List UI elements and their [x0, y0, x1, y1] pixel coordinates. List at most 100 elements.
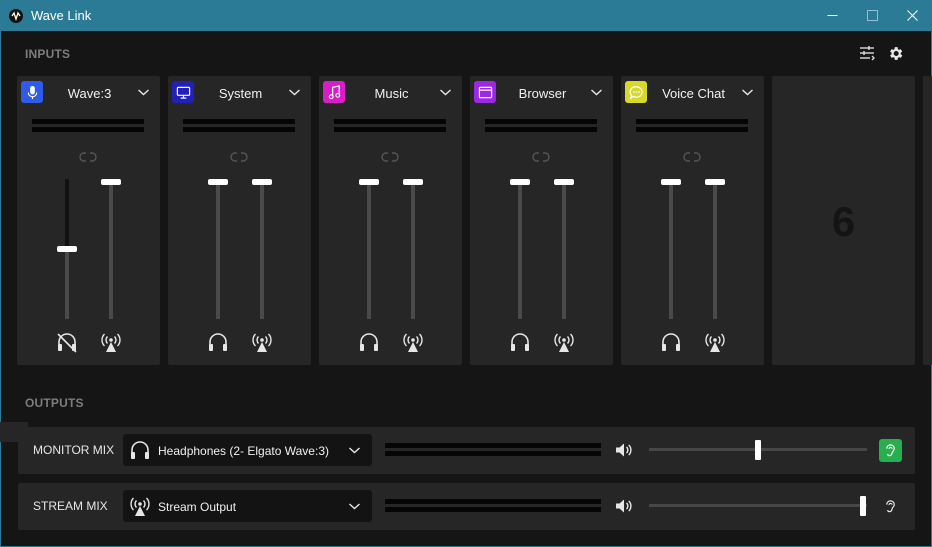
stream-fader[interactable] — [703, 179, 727, 319]
wave-link-logo-icon — [9, 8, 23, 23]
maximize-button[interactable] — [852, 0, 892, 31]
microphone-icon — [21, 81, 43, 103]
monitor-fader[interactable] — [55, 179, 79, 319]
level-meter — [485, 119, 597, 124]
fader-knob[interactable] — [208, 179, 228, 185]
stream-mute-button[interactable] — [99, 330, 123, 354]
fader-knob[interactable] — [57, 246, 77, 252]
close-button[interactable] — [892, 0, 932, 31]
link-icon[interactable] — [79, 151, 97, 163]
stream-mute-button[interactable] — [250, 330, 274, 354]
output-device-select[interactable]: Headphones (2- Elgato Wave:3) — [123, 434, 372, 466]
level-meter — [385, 443, 601, 448]
level-meter — [334, 127, 446, 132]
monitor-fader[interactable] — [206, 179, 230, 319]
speaker-icon[interactable] — [614, 496, 634, 516]
listen-button[interactable] — [879, 439, 902, 462]
headphones-icon — [131, 441, 149, 459]
fader-knob[interactable] — [101, 179, 121, 185]
fader-knob[interactable] — [359, 179, 379, 185]
headphones-muted-icon — [57, 333, 77, 353]
level-meter — [385, 507, 601, 512]
stream-volume-slider[interactable] — [649, 496, 867, 516]
channel-name[interactable]: Voice Chat — [647, 86, 740, 101]
link-icon[interactable] — [532, 151, 550, 163]
fader-knob[interactable] — [510, 179, 530, 185]
level-meter — [385, 451, 601, 456]
title-bar[interactable]: Wave Link — [0, 0, 932, 31]
volume-knob[interactable] — [860, 496, 866, 516]
monitor-mute-button[interactable] — [357, 330, 381, 354]
channel-music: Music — [319, 76, 462, 365]
channel-wave3: Wave:3 — [17, 76, 160, 365]
stream-fader[interactable] — [552, 179, 576, 319]
channel-name[interactable]: Music — [345, 86, 438, 101]
stream-mute-button[interactable] — [401, 330, 425, 354]
fader-knob[interactable] — [554, 179, 574, 185]
monitor-mute-button[interactable] — [206, 330, 230, 354]
listen-button[interactable] — [879, 495, 902, 518]
stream-mute-button[interactable] — [703, 330, 727, 354]
broadcast-icon — [403, 333, 423, 352]
headphones-icon — [209, 333, 227, 351]
broadcast-icon — [101, 333, 121, 352]
output-label: MONITOR MIX — [33, 443, 115, 457]
browser-window-icon — [474, 81, 496, 103]
monitor-volume-slider[interactable] — [649, 440, 867, 460]
level-meter — [334, 119, 446, 124]
slot-number: 6 — [831, 198, 856, 245]
level-meter — [636, 119, 748, 124]
fader-knob[interactable] — [705, 179, 725, 185]
add-channel-slot[interactable]: 6 — [772, 76, 915, 365]
output-device-label: Stream Output — [158, 500, 237, 514]
chevron-down-icon[interactable] — [439, 87, 452, 97]
fader-knob[interactable] — [252, 179, 272, 185]
channel-voice-chat: Voice Chat — [621, 76, 764, 365]
fader-knob[interactable] — [403, 179, 423, 185]
chevron-down-icon — [349, 447, 360, 454]
monitor-fader[interactable] — [508, 179, 532, 319]
level-meter — [385, 499, 601, 504]
monitor-fader[interactable] — [659, 179, 683, 319]
chevron-down-icon[interactable] — [741, 87, 754, 97]
output-row-monitor-mix: MONITOR MIX Headphones (2- Elgato Wave:3… — [18, 427, 915, 474]
output-label: STREAM MIX — [33, 499, 108, 513]
stream-fader[interactable] — [250, 179, 274, 319]
level-meter — [183, 119, 295, 124]
minimize-button[interactable] — [812, 0, 852, 31]
monitor-mute-button[interactable] — [508, 330, 532, 354]
channel-name[interactable]: System — [194, 86, 287, 101]
channel-name[interactable]: Wave:3 — [43, 86, 136, 101]
monitor-fader[interactable] — [357, 179, 381, 319]
stream-fader[interactable] — [401, 179, 425, 319]
monitor-mute-button[interactable] — [659, 330, 683, 354]
fader-knob[interactable] — [661, 179, 681, 185]
minimize-icon — [827, 15, 837, 16]
output-row-stream-mix: STREAM MIX Stream Output — [18, 483, 915, 530]
mixer-settings-icon[interactable] — [857, 43, 877, 63]
chevron-down-icon[interactable] — [590, 87, 603, 97]
music-note-icon — [323, 81, 345, 103]
broadcast-icon — [554, 333, 574, 352]
output-device-select[interactable]: Stream Output — [123, 490, 372, 522]
chevron-down-icon[interactable] — [137, 87, 150, 97]
monitor-icon — [172, 81, 194, 103]
headphones-icon — [662, 333, 680, 351]
headphones-icon — [360, 333, 378, 351]
broadcast-icon — [705, 333, 725, 352]
level-meter — [32, 119, 144, 124]
channel-name[interactable]: Browser — [496, 86, 589, 101]
gear-icon[interactable] — [885, 43, 905, 63]
speaker-icon[interactable] — [614, 440, 634, 460]
link-icon[interactable] — [230, 151, 248, 163]
level-meter — [183, 127, 295, 132]
chevron-down-icon[interactable] — [288, 87, 301, 97]
chat-bubble-icon — [625, 81, 647, 103]
monitor-mute-button[interactable] — [55, 330, 79, 354]
link-icon[interactable] — [381, 151, 399, 163]
close-icon — [906, 10, 918, 21]
stream-mute-button[interactable] — [552, 330, 576, 354]
link-icon[interactable] — [683, 151, 701, 163]
stream-fader[interactable] — [99, 179, 123, 319]
volume-knob[interactable] — [755, 440, 761, 460]
